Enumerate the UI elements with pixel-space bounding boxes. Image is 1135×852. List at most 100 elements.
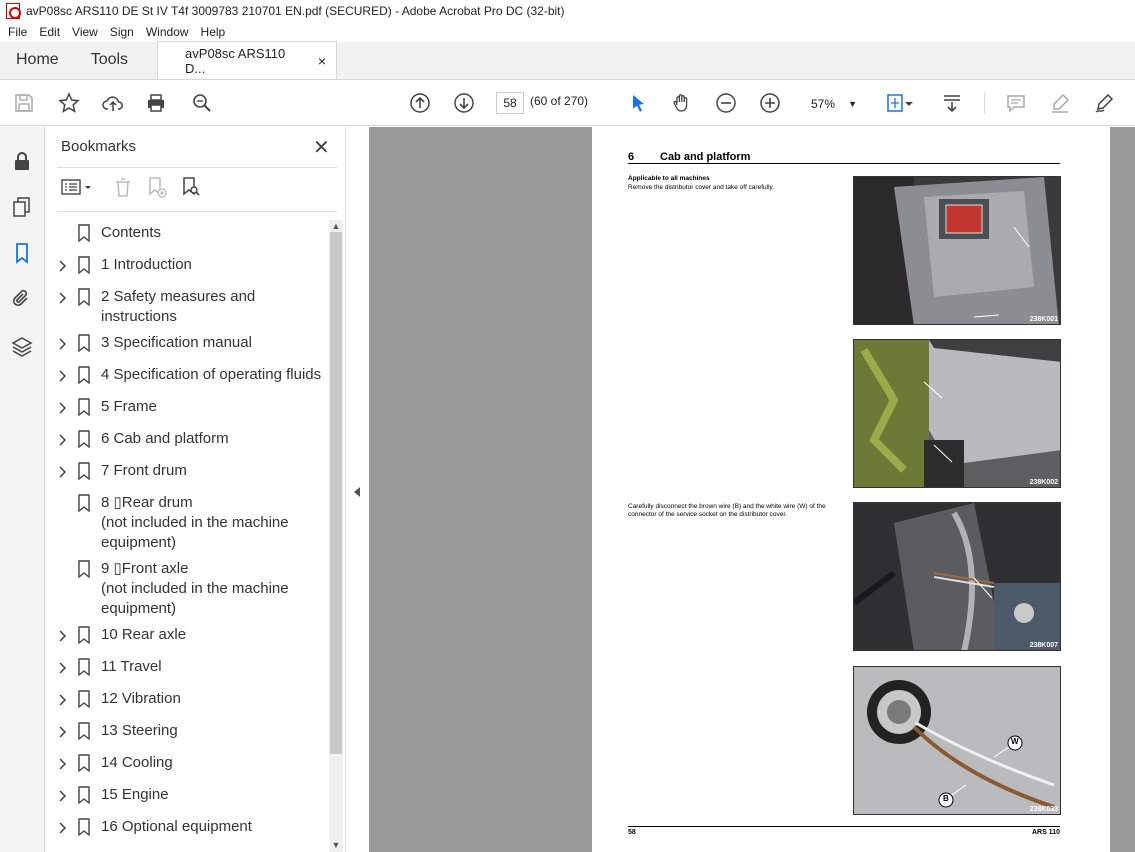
star-icon[interactable] bbox=[57, 91, 81, 115]
chevron-right-icon[interactable] bbox=[59, 464, 67, 478]
bookmark-label: 5 Frame bbox=[101, 398, 157, 415]
comment-icon[interactable] bbox=[1004, 91, 1028, 115]
search-zoom-icon[interactable] bbox=[190, 91, 214, 115]
menu-window[interactable]: Window bbox=[142, 25, 193, 39]
new-bookmark-icon[interactable] bbox=[145, 175, 169, 199]
panel-divider bbox=[57, 167, 337, 168]
chevron-right-icon[interactable] bbox=[59, 290, 67, 304]
bookmark-label: 8 ▯Rear drum (not included in the machin… bbox=[101, 494, 289, 551]
photo-cover-removal: 238K002 bbox=[853, 339, 1061, 488]
chevron-right-icon[interactable] bbox=[59, 400, 67, 414]
window-title: avP08sc ARS110 DE St IV T4f 3009783 2107… bbox=[26, 4, 565, 18]
chevron-right-icon[interactable] bbox=[59, 820, 67, 834]
document-canvas[interactable]: 6 Cab and platform Applicable to all mac… bbox=[369, 127, 1135, 852]
acrobat-app-icon bbox=[6, 3, 21, 19]
bookmark-label: 12 Vibration bbox=[101, 690, 181, 707]
chapter-number: 6 bbox=[628, 151, 635, 163]
tab-tools[interactable]: Tools bbox=[75, 41, 144, 79]
pages-thumbnail-icon[interactable] bbox=[10, 195, 34, 219]
zoom-out-icon[interactable] bbox=[714, 91, 738, 115]
fit-page-dropdown-icon[interactable] bbox=[902, 91, 916, 115]
tab-home[interactable]: Home bbox=[0, 41, 75, 79]
bookmark-icon bbox=[77, 256, 91, 275]
select-cursor-icon[interactable] bbox=[626, 91, 650, 115]
chevron-right-icon[interactable] bbox=[59, 660, 67, 674]
bookmarks-scrollbar[interactable]: ▲ ▼ bbox=[329, 220, 343, 852]
lock-icon[interactable] bbox=[10, 149, 34, 173]
bookmark-panel-icon[interactable] bbox=[10, 241, 34, 265]
bookmark-icon bbox=[77, 560, 91, 579]
bookmark-label: 6 Cab and platform bbox=[101, 430, 229, 447]
chevron-right-icon[interactable] bbox=[59, 336, 67, 350]
main-toolbar: 58 (60 of 270) 57% ▼ bbox=[0, 80, 1135, 126]
photo-service-socket-wiring: 238K007 bbox=[853, 502, 1061, 651]
panel-splitter[interactable] bbox=[345, 127, 369, 852]
close-panel-icon[interactable]: ✕ bbox=[313, 135, 330, 160]
menu-help[interactable]: Help bbox=[197, 25, 230, 39]
chevron-right-icon[interactable] bbox=[59, 432, 67, 446]
close-tab-icon[interactable]: × bbox=[318, 53, 326, 69]
section-heading: Applicable to all machines bbox=[628, 175, 710, 182]
bookmark-label: 10 Rear axle bbox=[101, 626, 187, 643]
chevron-right-icon[interactable] bbox=[59, 756, 67, 770]
scrollbar-thumb[interactable] bbox=[330, 232, 342, 754]
photo-code: 238K033 bbox=[1029, 806, 1058, 813]
zoom-level-select[interactable]: 57% ▼ bbox=[800, 92, 864, 114]
menu-view[interactable]: View bbox=[68, 25, 102, 39]
delete-bookmark-icon[interactable] bbox=[111, 175, 135, 199]
attachment-icon[interactable] bbox=[10, 287, 34, 311]
bookmarks-panel: Bookmarks ✕ Contents 1 Introduction 2 Safe… bbox=[45, 127, 345, 852]
bookmark-icon bbox=[77, 626, 91, 645]
bookmark-options-icon[interactable] bbox=[61, 175, 95, 199]
bookmark-label: Contents bbox=[101, 224, 162, 241]
next-page-icon[interactable] bbox=[452, 91, 476, 115]
bookmark-icon bbox=[77, 658, 91, 677]
callout-b: B bbox=[943, 794, 949, 803]
footer-page-number: 58 bbox=[628, 829, 636, 836]
bookmark-icon bbox=[77, 786, 91, 805]
bookmark-label: 15 Engine bbox=[101, 786, 169, 803]
scroll-down-icon[interactable]: ▼ bbox=[331, 840, 341, 850]
highlight-pen-icon[interactable] bbox=[1048, 91, 1072, 115]
bookmark-icon bbox=[77, 818, 91, 837]
previous-page-icon[interactable] bbox=[408, 91, 432, 115]
tab-bar: Home Tools avP08sc ARS110 D... × bbox=[0, 41, 1135, 80]
hand-tool-icon[interactable] bbox=[670, 91, 694, 115]
bookmark-icon bbox=[77, 398, 91, 417]
print-icon[interactable] bbox=[144, 91, 168, 115]
photo-brown-white-wire: W B 238K033 bbox=[853, 666, 1061, 815]
chapter-title: Cab and platform bbox=[660, 151, 751, 163]
toolbar-divider bbox=[984, 92, 985, 114]
menu-sign[interactable]: Sign bbox=[106, 25, 138, 39]
chevron-right-icon[interactable] bbox=[59, 628, 67, 642]
page-number-input[interactable]: 58 bbox=[496, 92, 524, 114]
photo-code: 238K001 bbox=[1029, 316, 1058, 323]
upload-cloud-icon[interactable] bbox=[101, 91, 125, 115]
photo-code: 238K007 bbox=[1029, 642, 1058, 649]
footer-model: ARS 110 bbox=[1031, 829, 1060, 836]
chevron-right-icon[interactable] bbox=[59, 368, 67, 382]
bookmark-label: 2 Safety measures and instructions bbox=[101, 288, 256, 325]
scroll-up-icon[interactable]: ▲ bbox=[331, 221, 341, 231]
bookmark-icon bbox=[77, 722, 91, 741]
tab-document[interactable]: avP08sc ARS110 D... × bbox=[157, 41, 338, 79]
chevron-right-icon[interactable] bbox=[59, 258, 67, 272]
title-bar: avP08sc ARS110 DE St IV T4f 3009783 2107… bbox=[0, 0, 1135, 22]
callout-w: W bbox=[1011, 737, 1019, 746]
zoom-in-icon[interactable] bbox=[758, 91, 782, 115]
layers-icon[interactable] bbox=[10, 335, 34, 359]
bookmarks-panel-title: Bookmarks bbox=[61, 138, 137, 155]
sign-pen-icon[interactable] bbox=[1092, 91, 1116, 115]
menu-file[interactable]: File bbox=[4, 25, 31, 39]
scroll-mode-icon[interactable] bbox=[940, 91, 964, 115]
chevron-right-icon[interactable] bbox=[59, 692, 67, 706]
chevron-right-icon[interactable] bbox=[59, 788, 67, 802]
collapse-panel-icon[interactable] bbox=[354, 487, 360, 497]
save-icon[interactable] bbox=[12, 91, 36, 115]
find-bookmark-icon[interactable] bbox=[179, 175, 203, 199]
bookmark-icon bbox=[77, 288, 91, 307]
menu-edit[interactable]: Edit bbox=[35, 25, 64, 39]
panel-divider bbox=[57, 211, 337, 212]
bookmark-icon bbox=[77, 366, 91, 385]
chevron-right-icon[interactable] bbox=[59, 724, 67, 738]
